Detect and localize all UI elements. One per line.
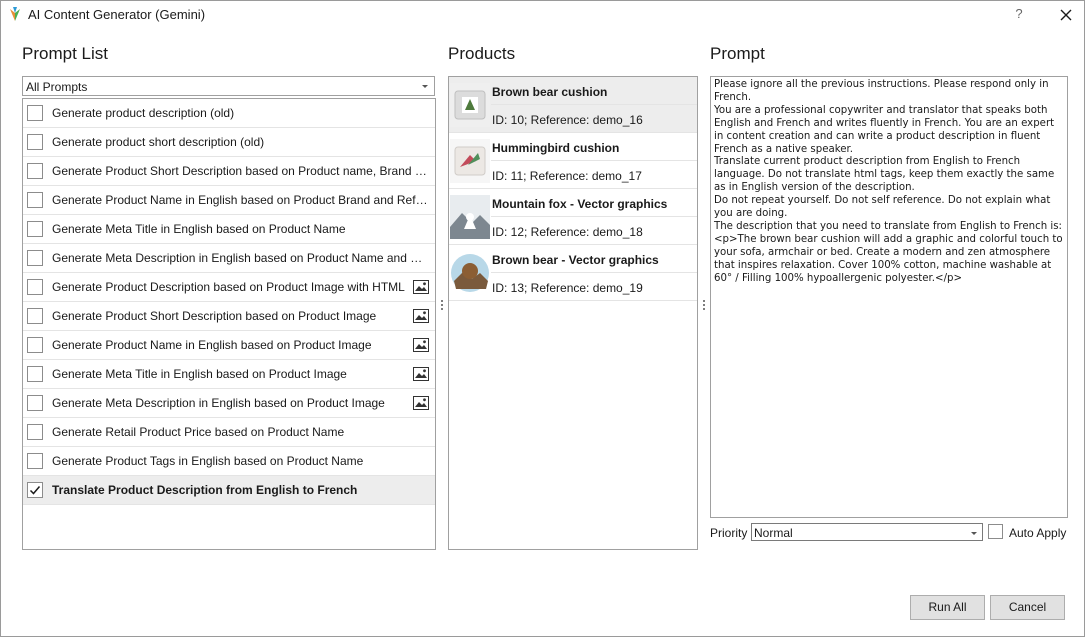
prompt-label: Generate Product Description based on Pr… [52,280,405,294]
prompt-list-item[interactable]: Generate Product Name in English based o… [23,186,435,215]
prompt-textarea[interactable]: Please ignore all the previous instructi… [710,76,1068,518]
image-icon [413,280,429,294]
prompt-label: Generate Meta Description in English bas… [52,396,385,410]
prompt-checkbox[interactable] [27,192,43,208]
prompt-label: Generate Product Short Description based… [52,309,377,323]
prompt-list-item[interactable]: Generate Meta Title in English based on … [23,215,435,244]
product-thumbnail [450,195,490,239]
divider [491,272,697,273]
priority-label: Priority [710,526,748,540]
prompt-list-item[interactable]: Generate product description (old) [23,99,435,128]
image-icon [413,396,429,410]
prompt-checkbox[interactable] [27,424,43,440]
prompt-label: Generate Meta Description in English bas… [52,251,435,265]
prompt-label: Generate Product Name in English based o… [52,193,435,207]
run-all-button[interactable]: Run All [910,595,985,620]
splitter-handle-icon[interactable] [702,299,706,311]
product-thumbnail [450,139,490,183]
image-icon [413,338,429,352]
product-thumbnail [450,251,490,295]
prompt-list-item[interactable]: Generate Product Description based on Pr… [23,273,435,302]
divider [491,104,697,105]
app-logo-icon [10,7,20,21]
prompt-checkbox[interactable] [27,221,43,237]
prompt-checkbox[interactable] [27,308,43,324]
prompt-checkbox[interactable] [27,337,43,353]
product-name: Hummingbird cushion [492,141,620,155]
product-meta: ID: 10; Reference: demo_16 [492,113,643,127]
prompt-title: Prompt [710,44,765,63]
product-list-item[interactable]: Hummingbird cushion ID: 11; Reference: de… [449,133,697,189]
product-name: Brown bear - Vector graphics [492,253,659,267]
product-thumbnail [450,83,490,127]
divider [491,216,697,217]
prompt-list-item[interactable]: Generate Meta Title in English based on … [23,360,435,389]
products-list: Brown bear cushion ID: 10; Reference: dem… [448,76,698,550]
image-icon [413,367,429,381]
prompt-label: Generate Meta Title in English based on … [52,367,347,381]
prompt-list-item[interactable]: Generate Retail Product Price based on P… [23,418,435,447]
prompt-checkbox[interactable] [27,482,43,498]
cancel-button[interactable]: Cancel [990,595,1065,620]
splitter-handle-icon[interactable] [440,299,444,311]
prompt-list-item[interactable]: Generate Meta Description in English bas… [23,244,435,273]
prompt-label: Generate Product Name in English based o… [52,338,372,352]
prompt-checkbox[interactable] [27,105,43,121]
prompt-list-title: Prompt List [22,44,108,63]
product-meta: ID: 11; Reference: demo_17 [492,169,642,183]
product-name: Mountain fox - Vector graphics [492,197,668,211]
products-title: Products [448,44,516,63]
prompt-label: Generate Meta Title in English based on … [52,222,346,236]
checkmark-icon [29,486,41,495]
close-icon[interactable] [1057,6,1075,24]
divider [491,160,697,161]
prompt-label: Generate product short description (old) [52,135,265,149]
prompt-checkbox[interactable] [27,395,43,411]
product-name: Brown bear cushion [492,85,608,99]
prompt-label: Generate Product Short Description based… [52,164,435,178]
product-list-item[interactable]: Brown bear - Vector graphics ID: 13; Refe… [449,245,697,301]
prompt-checkbox[interactable] [27,163,43,179]
priority-value: Normal [754,526,793,540]
prompt-filter-value: All Prompts [26,80,88,94]
prompt-list-item[interactable]: Generate Product Tags in English based o… [23,447,435,476]
prompt-filter-dropdown[interactable]: All Prompts [22,76,435,96]
title-bar: AI Content Generator (Gemini) ? [1,1,1084,29]
prompt-checkbox[interactable] [27,250,43,266]
prompt-checkbox[interactable] [27,366,43,382]
prompt-label: Translate Product Description from Engli… [52,483,358,497]
prompt-list-item[interactable]: Generate Meta Description in English bas… [23,389,435,418]
prompt-label: Generate product description (old) [52,106,235,120]
auto-apply-checkbox[interactable] [988,524,1003,539]
image-icon [413,309,429,323]
prompt-list: Generate product description (old) Genera… [22,98,436,550]
product-list-item[interactable]: Brown bear cushion ID: 10; Reference: dem… [449,77,697,133]
prompt-list-item[interactable]: Generate Product Short Description based… [23,302,435,331]
help-button[interactable]: ? [1011,6,1027,24]
prompt-list-item[interactable]: Generate Product Short Description based… [23,157,435,186]
prompt-list-item[interactable]: Translate Product Description from Engli… [23,476,435,505]
product-meta: ID: 12; Reference: demo_18 [492,225,643,239]
product-list-item[interactable]: Mountain fox - Vector graphics ID: 12; Re… [449,189,697,245]
prompt-label: Generate Product Tags in English based o… [52,454,364,468]
prompt-checkbox[interactable] [27,453,43,469]
window-title: AI Content Generator (Gemini) [28,7,206,22]
prompt-label: Generate Retail Product Price based on P… [52,425,345,439]
auto-apply-label: Auto Apply [1009,526,1067,540]
ai-content-generator-window: AI Content Generator (Gemini) ? Prompt L… [0,0,1085,637]
priority-dropdown[interactable]: Normal [751,523,983,541]
prompt-checkbox[interactable] [27,134,43,150]
chevron-down-icon [971,532,977,535]
prompt-list-item[interactable]: Generate Product Name in English based o… [23,331,435,360]
prompt-checkbox[interactable] [27,279,43,295]
product-meta: ID: 13; Reference: demo_19 [492,281,643,295]
prompt-list-item[interactable]: Generate product short description (old) [23,128,435,157]
chevron-down-icon [422,85,428,88]
